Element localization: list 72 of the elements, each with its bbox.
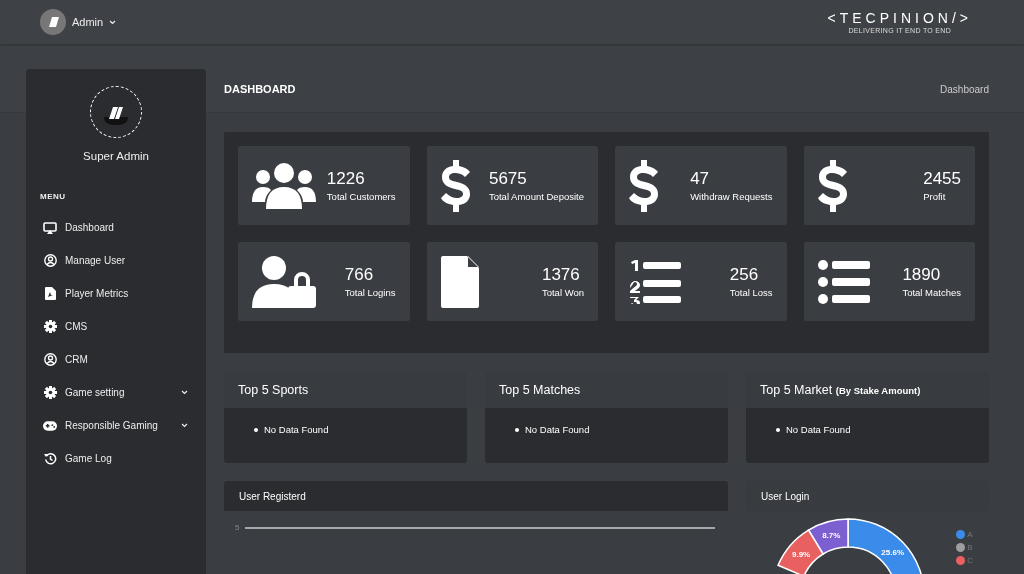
sidebar-item[interactable]: Game setting <box>26 376 206 409</box>
stat-label: Profit <box>923 191 947 202</box>
users-icon <box>252 161 316 210</box>
sidebar-item-label: Dashboard <box>65 222 114 233</box>
dollar-icon <box>629 159 659 212</box>
sidebar-item[interactable]: CRM <box>26 343 206 376</box>
panel-title: User Login <box>761 490 810 502</box>
sidebar-item[interactable]: Game Log <box>26 442 206 475</box>
stat-label: Total Logins <box>344 287 396 298</box>
panel-title: Top 5 Matches <box>499 383 581 397</box>
stat-value: 1226 <box>326 169 366 189</box>
sidebar-item[interactable]: CMS <box>26 310 206 343</box>
empty-message: No Data Found <box>786 424 851 435</box>
panel-title: User Registerd <box>239 490 306 502</box>
pdf-file-icon <box>44 287 56 300</box>
stat-label: Total Won <box>541 287 584 298</box>
stat-label: Total Amount Deposite <box>488 191 584 202</box>
user-circle-icon <box>43 254 57 267</box>
sidebar-item-label: Game setting <box>65 387 125 398</box>
gamepad-icon <box>43 420 57 431</box>
stat-value: 1376 <box>541 265 581 285</box>
page-title: DASHBOARD <box>224 83 296 95</box>
sidebar-item[interactable]: Responsible Gaming <box>26 409 206 442</box>
slice-label: 9.9% <box>792 550 811 560</box>
avatar-icon[interactable] <box>40 9 66 35</box>
stat-value: 47 <box>690 169 711 189</box>
menu-heading: MENU <box>40 192 67 201</box>
stat-value: 1890 <box>902 265 942 285</box>
stat-value: 256 <box>729 265 760 285</box>
history-icon <box>43 452 57 465</box>
gear-icon <box>43 320 57 333</box>
sidebar-item-label: Manage User <box>65 255 126 266</box>
sidebar-item-label: Game Log <box>65 453 112 464</box>
user-circle-icon <box>43 353 57 366</box>
stat-value: 766 <box>344 265 375 285</box>
panel-title: Top 5 Market (By Stake Amount) <box>760 383 921 397</box>
stat-value: 5675 <box>488 169 528 189</box>
dollar-icon <box>817 159 848 212</box>
bullet-icon <box>254 427 258 432</box>
numbered-list-icon <box>629 259 681 304</box>
breadcrumb-link[interactable]: Dashboard <box>940 83 989 95</box>
stat-label: Total Matches <box>902 287 961 298</box>
sidebar-item-label: Responsible Gaming <box>65 420 158 431</box>
sidebar-item-label: Player Metrics <box>65 288 129 299</box>
avatar-logo-icon <box>46 15 60 29</box>
gear-icon <box>43 386 57 399</box>
caret-icon <box>109 19 117 25</box>
logo-text: <TECPINION/> <box>827 9 972 26</box>
bullet-icon <box>776 427 780 432</box>
bullet-icon <box>515 427 519 432</box>
dollar-icon <box>440 159 471 212</box>
stat-label: Total Loss <box>729 287 773 298</box>
sidebar-item[interactable]: Player Metrics <box>26 277 206 310</box>
empty-message: No Data Found <box>264 424 329 435</box>
sidebar-item[interactable]: Manage User <box>26 244 206 277</box>
sidebar-item[interactable]: Dashboard <box>26 211 206 244</box>
stat-label: Total Customers <box>326 191 396 202</box>
stat-value: 2455 <box>923 169 961 189</box>
monitor-icon <box>43 221 57 234</box>
user-name[interactable]: Admin <box>72 16 104 28</box>
sidebar-item-label: CMS <box>65 321 88 332</box>
slice-label: 8.7% <box>822 531 841 541</box>
sidebar-item-label: CRM <box>65 354 88 365</box>
stat-label: Withdraw Requests <box>690 191 773 202</box>
file-icon <box>440 255 479 308</box>
axis-tick-label: 5 <box>235 524 240 532</box>
slice-label: 25.6% <box>881 548 904 557</box>
panel-title: Top 5 Sports <box>238 383 309 397</box>
list-icon <box>817 259 870 304</box>
profile-name: Super Admin <box>83 150 149 162</box>
empty-message: No Data Found <box>525 424 590 435</box>
user-lock-icon <box>252 255 316 308</box>
